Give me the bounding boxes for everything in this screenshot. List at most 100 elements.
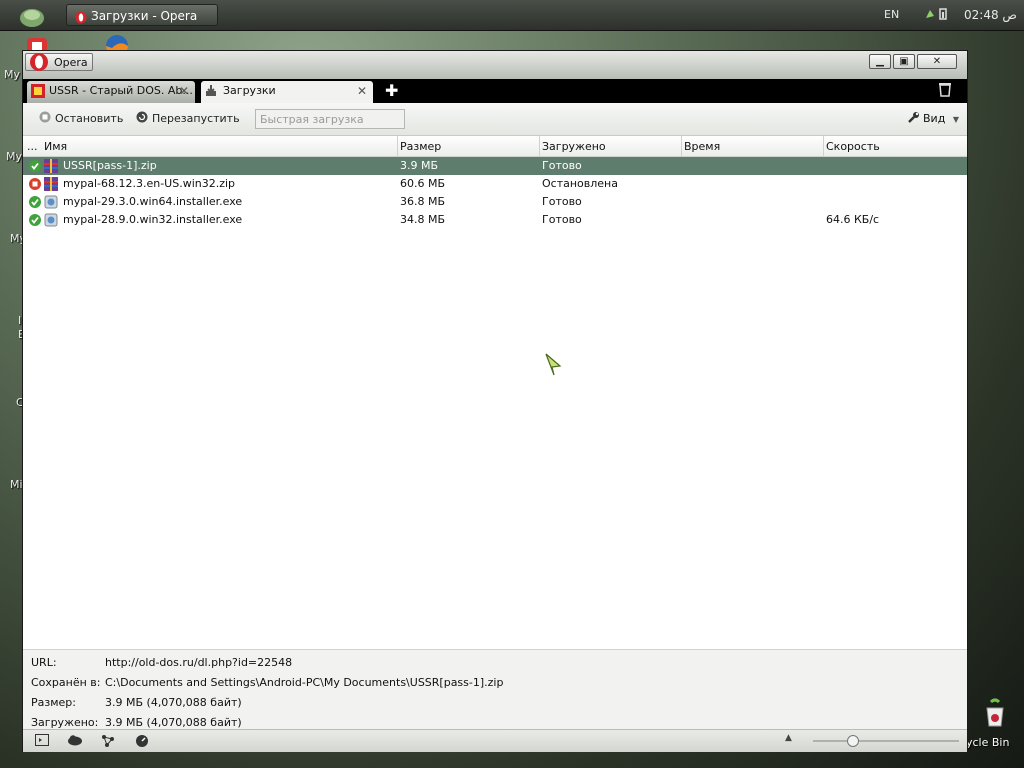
download-row[interactable]: mypal-68.12.3.en-US.win32.zip 60.6 МБ Ос…: [23, 175, 967, 193]
loaded-label: Загружено:: [31, 716, 99, 729]
restart-label: Перезапустить: [152, 112, 240, 125]
closed-tabs-trash-icon[interactable]: [937, 81, 957, 99]
maximize-icon: ▣: [899, 56, 909, 67]
wrench-icon: [907, 111, 920, 127]
download-name: mypal-29.3.0.win64.installer.exe: [63, 195, 243, 208]
quick-download-input[interactable]: [255, 109, 405, 129]
opera-menu-label: Opera: [54, 56, 88, 69]
download-name: mypal-28.9.0.win32.installer.exe: [63, 213, 243, 226]
url-value[interactable]: http://old-dos.ru/dl.php?id=22548: [105, 656, 292, 669]
status-bar: ▲: [23, 729, 967, 752]
tab-label: Загрузки: [223, 84, 276, 97]
column-size[interactable]: Размер: [400, 140, 441, 153]
column-status[interactable]: ...: [27, 140, 38, 153]
close-icon: ✕: [932, 56, 942, 67]
opera-unite-cloud-icon[interactable]: [67, 734, 83, 748]
view-label: Вид: [923, 112, 946, 125]
tab-close-icon[interactable]: ✕: [179, 81, 189, 101]
minimize-icon: ▁: [876, 56, 884, 67]
recycle-bin-label[interactable]: ycle Bin: [966, 736, 1009, 749]
speed-dial-gauge-icon[interactable]: [135, 734, 151, 748]
download-status: Готово: [542, 213, 582, 226]
opera-window: Opera ▁ ▣ ✕ USSR - Старый DOS. Ab... ✕ З…: [22, 50, 968, 752]
zoom-arrow-icon[interactable]: ▲: [785, 733, 792, 743]
desktop-label[interactable]: My: [4, 68, 20, 81]
url-label: URL:: [31, 656, 57, 669]
stop-button[interactable]: Остановить: [39, 111, 124, 126]
column-divider[interactable]: [681, 136, 682, 156]
site-favicon-icon: [31, 84, 45, 103]
download-size: 34.8 МБ: [400, 213, 446, 226]
download-size: 36.8 МБ: [400, 195, 446, 208]
stopped-icon: [29, 178, 41, 190]
column-divider[interactable]: [397, 136, 398, 156]
download-size: 60.6 МБ: [400, 177, 446, 190]
view-menu-button[interactable]: Вид ▼: [907, 112, 959, 125]
archive-file-icon: [43, 176, 59, 192]
language-indicator[interactable]: EN: [884, 8, 899, 21]
tab-close-icon[interactable]: ✕: [357, 81, 367, 101]
download-row[interactable]: mypal-29.3.0.win64.installer.exe 36.8 МБ…: [23, 193, 967, 211]
taskbar: Загрузки - Opera EN 02:48 ص: [0, 0, 1024, 31]
download-speed: 64.6 КБ/с: [826, 213, 880, 226]
clock[interactable]: 02:48 ص: [964, 8, 1017, 22]
restart-button[interactable]: Перезапустить: [136, 111, 240, 126]
saved-to-value[interactable]: C:\Documents and Settings\Android-PC\My …: [105, 676, 503, 689]
column-time[interactable]: Время: [684, 140, 720, 153]
recycle-bin-icon[interactable]: [966, 698, 1024, 731]
minimize-button[interactable]: ▁: [869, 54, 891, 69]
zoom-slider-knob[interactable]: [847, 735, 859, 747]
column-divider[interactable]: [823, 136, 824, 156]
opera-icon: [75, 9, 87, 31]
maximize-button[interactable]: ▣: [893, 54, 915, 69]
tab-ussr[interactable]: USSR - Старый DOS. Ab... ✕: [27, 81, 195, 103]
tab-strip: USSR - Старый DOS. Ab... ✕ Загрузки ✕: [23, 79, 967, 103]
opera-link-icon[interactable]: [101, 734, 117, 748]
download-details-panel: URL: http://old-dos.ru/dl.php?id=22548 С…: [23, 649, 967, 730]
stop-label: Остановить: [55, 112, 124, 125]
window-titlebar[interactable]: Opera ▁ ▣ ✕: [23, 51, 967, 79]
taskbar-task-title: Загрузки - Opera: [91, 9, 198, 23]
done-check-icon: [29, 160, 41, 172]
installer-file-icon: [43, 194, 59, 210]
desktop-label[interactable]: I: [18, 314, 21, 327]
download-status: Готово: [542, 159, 582, 172]
desktop-label[interactable]: Mi: [10, 478, 23, 491]
downloads-toolbar: Остановить Перезапустить Вид ▼: [23, 103, 967, 136]
download-status: Остановлена: [542, 177, 618, 190]
taskbar-opera-button[interactable]: Загрузки - Opera: [66, 4, 218, 26]
stop-icon: [39, 111, 51, 126]
restart-icon: [136, 111, 148, 126]
opera-menu-button[interactable]: Opera: [25, 53, 93, 71]
downloads-table-header: ... Имя Размер Загружено Время Скорость: [23, 136, 967, 157]
download-row[interactable]: mypal-28.9.0.win32.installer.exe 34.8 МБ…: [23, 211, 967, 229]
network-icon[interactable]: [924, 6, 954, 25]
zoom-slider-track[interactable]: [813, 740, 959, 742]
opera-logo-icon: [28, 52, 50, 78]
download-icon: [205, 84, 217, 103]
download-name: mypal-68.12.3.en-US.win32.zip: [63, 177, 236, 190]
downloads-list: USSR[pass-1].zip 3.9 МБ Готово mypal-68.…: [23, 157, 967, 229]
start-orb-icon[interactable]: [14, 2, 50, 28]
desktop-label[interactable]: My: [6, 150, 22, 163]
new-tab-plus-icon[interactable]: ✚: [385, 81, 398, 100]
loaded-value: 3.9 МБ (4,070,088 байт): [105, 716, 242, 729]
column-divider[interactable]: [539, 136, 540, 156]
panel-toggle-icon[interactable]: [35, 734, 51, 748]
close-window-button[interactable]: ✕: [917, 54, 957, 69]
mouse-cursor-icon: [545, 353, 562, 376]
done-check-icon: [29, 196, 41, 208]
column-loaded[interactable]: Загружено: [542, 140, 606, 153]
size-label: Размер:: [31, 696, 76, 709]
downloads-list-empty-area[interactable]: [23, 229, 967, 649]
done-check-icon: [29, 214, 41, 226]
download-name: USSR[pass-1].zip: [63, 159, 157, 172]
download-row[interactable]: USSR[pass-1].zip 3.9 МБ Готово: [23, 157, 967, 175]
chevron-down-icon: ▼: [952, 115, 959, 124]
saved-to-label: Сохранён в:: [31, 676, 101, 689]
tab-downloads[interactable]: Загрузки ✕: [201, 81, 373, 103]
archive-file-icon: [43, 158, 59, 174]
download-status: Готово: [542, 195, 582, 208]
column-name[interactable]: Имя: [44, 140, 67, 153]
column-speed[interactable]: Скорость: [826, 140, 880, 153]
